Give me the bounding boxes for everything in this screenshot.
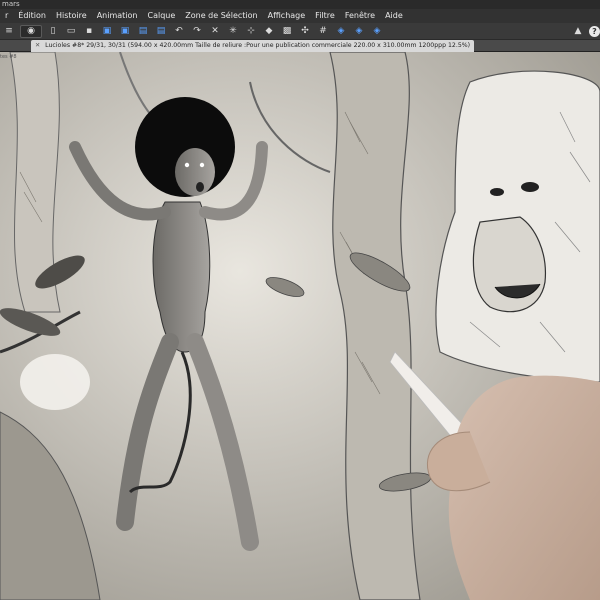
document-tab[interactable]: ✕ Lucioles #8* 29/31, 30/31 (594.00 x 42… <box>31 40 475 52</box>
open-mouth <box>196 182 204 192</box>
mandrill-eye <box>521 182 539 192</box>
mandrill-eye <box>490 188 504 196</box>
menu-selection[interactable]: Zone de Sélection <box>180 9 262 23</box>
menu-fenetre[interactable]: Fenêtre <box>340 9 380 23</box>
window-title: mars <box>2 0 20 8</box>
window-titlebar: mars <box>0 0 600 9</box>
mandrill <box>435 70 600 383</box>
eraser-icon[interactable]: ◆ <box>262 25 276 38</box>
menu-file-partial[interactable]: r <box>0 9 13 23</box>
eye-icon[interactable]: ◉ <box>20 24 42 38</box>
open-folder-icon[interactable]: ▭ <box>64 25 78 38</box>
close-tab-icon[interactable]: ✕ <box>35 42 40 49</box>
fire-glow <box>20 354 90 410</box>
save-icon[interactable]: ▪ <box>82 25 96 38</box>
document-tab-bar: ✕ Lucioles #8* 29/31, 30/31 (594.00 x 42… <box>0 40 600 52</box>
menu-bar: r Édition Histoire Animation Calque Zone… <box>0 9 600 23</box>
selection-clear-icon[interactable]: ✕ <box>208 25 222 38</box>
menu-filtre[interactable]: Filtre <box>310 9 340 23</box>
menu-edition[interactable]: Édition <box>13 9 51 23</box>
redo-icon[interactable]: ↷ <box>190 25 204 38</box>
ruler-icon[interactable]: ◈ <box>334 25 348 38</box>
help-icon[interactable]: ? <box>589 25 600 37</box>
menu-calque[interactable]: Calque <box>142 9 180 23</box>
menu-histoire[interactable]: Histoire <box>51 9 92 23</box>
drawing-canvas[interactable] <box>0 52 600 600</box>
side-panel-label: tes #8 <box>0 54 17 60</box>
fill-icon[interactable]: ▩ <box>280 25 294 38</box>
menu-affichage[interactable]: Affichage <box>263 9 311 23</box>
document-tab-label: Lucioles #8* 29/31, 30/31 (594.00 x 420.… <box>45 42 471 49</box>
menu-animation[interactable]: Animation <box>92 9 143 23</box>
menu-icon[interactable]: ≡ <box>2 25 16 38</box>
export-icon[interactable]: ▣ <box>100 25 114 38</box>
layer-icon[interactable]: ▤ <box>136 25 150 38</box>
face <box>175 148 215 196</box>
artwork <box>0 52 600 600</box>
crosshair-icon[interactable]: ✣ <box>298 25 312 38</box>
hat-icon[interactable]: ▲ <box>571 25 585 38</box>
menu-aide[interactable]: Aide <box>380 9 408 23</box>
snap-icon[interactable]: ◈ <box>370 25 384 38</box>
layer-alt-icon[interactable]: ▤ <box>154 25 168 38</box>
sparkle-icon[interactable]: ✳ <box>226 25 240 38</box>
undo-icon[interactable]: ↶ <box>172 25 186 38</box>
command-toolbar: ≡ ◉ ▯ ▭ ▪ ▣ ▣ ▤ ▤ ↶ ↷ ✕ ✳ ⊹ ◆ ▩ ✣ # ◈ ◈ … <box>0 23 600 40</box>
export-alt-icon[interactable]: ▣ <box>118 25 132 38</box>
new-file-icon[interactable]: ▯ <box>46 25 60 38</box>
transform-icon[interactable]: ⊹ <box>244 25 258 38</box>
perspective-icon[interactable]: ◈ <box>352 25 366 38</box>
grid-icon[interactable]: # <box>316 25 330 38</box>
